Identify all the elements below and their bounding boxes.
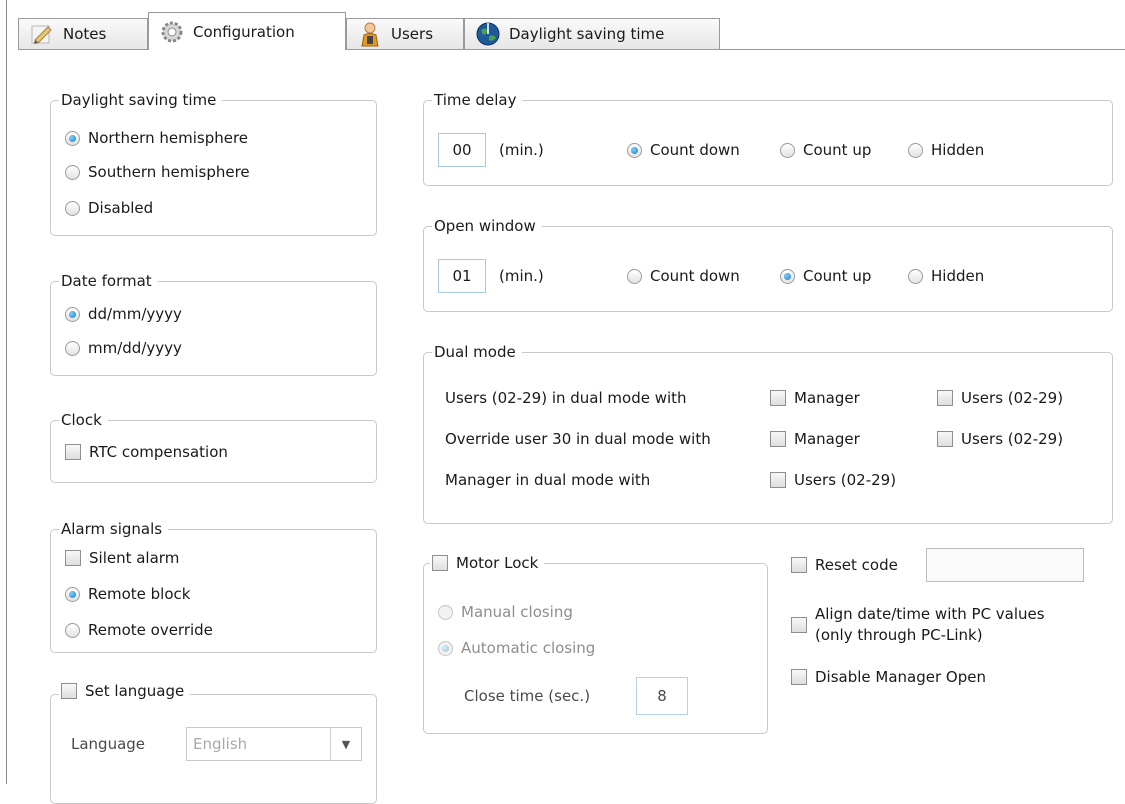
- window-left-border: [6, 0, 7, 784]
- set-language-checkbox[interactable]: [61, 683, 77, 699]
- radio-button[interactable]: [438, 604, 453, 620]
- radio-button[interactable]: [908, 142, 923, 158]
- radio-time-delay-hidden[interactable]: Hidden: [908, 141, 984, 159]
- radio-open-window-count-down[interactable]: Count down: [627, 267, 740, 285]
- users-dual-manager-checkbox[interactable]: Manager: [770, 389, 860, 407]
- daylight-saving-title: Daylight saving time: [59, 90, 223, 110]
- checkbox[interactable]: [770, 472, 786, 488]
- language-label: Language: [71, 735, 146, 753]
- radio-button[interactable]: [65, 130, 80, 146]
- dual-mode-users-label: Users (02-29) in dual mode with: [445, 389, 687, 407]
- tab-label: Notes: [63, 25, 107, 43]
- tab-label: Daylight saving time: [509, 25, 665, 43]
- open-window-unit: (min.): [499, 267, 544, 285]
- tab-label: Users: [391, 25, 434, 43]
- tab-users[interactable]: Users: [346, 18, 464, 49]
- align-date-label: Align date/time with PC values (only thr…: [815, 605, 1045, 644]
- radio-button[interactable]: [438, 640, 453, 656]
- checkbox[interactable]: [937, 390, 953, 406]
- close-time-label: Close time (sec.): [464, 687, 591, 705]
- checkbox[interactable]: [65, 550, 81, 566]
- tab-notes[interactable]: Notes: [18, 18, 148, 49]
- motor-lock-toggle[interactable]: Motor Lock: [430, 553, 545, 573]
- dual-mode-manager-label: Manager in dual mode with: [445, 471, 651, 489]
- radio-button[interactable]: [780, 268, 795, 284]
- close-time-input[interactable]: 8: [636, 677, 688, 715]
- checkbox[interactable]: [770, 431, 786, 447]
- radio-time-delay-count-down[interactable]: Count down: [627, 141, 740, 159]
- set-language-toggle[interactable]: Set language: [59, 681, 191, 701]
- radio-disabled[interactable]: Disabled: [65, 199, 153, 217]
- chevron-down-icon[interactable]: ▼: [330, 728, 361, 760]
- tab-daylight-saving-time[interactable]: Daylight saving time: [464, 18, 720, 49]
- user-icon: [357, 21, 383, 47]
- language-dropdown[interactable]: English ▼: [186, 727, 362, 761]
- tab-label: Configuration: [193, 22, 295, 41]
- motor-lock-checkbox[interactable]: [432, 555, 448, 571]
- radio-button[interactable]: [65, 340, 80, 356]
- manager-dual-users-checkbox[interactable]: Users (02-29): [770, 471, 896, 489]
- date-format-title: Date format: [59, 271, 158, 291]
- reset-code-input[interactable]: [926, 548, 1084, 582]
- users-dual-users-checkbox[interactable]: Users (02-29): [937, 389, 1063, 407]
- dual-mode-override-label: Override user 30 in dual mode with: [445, 430, 711, 448]
- date-format-group: Date format dd/mm/yyyy mm/dd/yyyy: [50, 271, 377, 376]
- set-language-group: Set language Language English ▼: [50, 681, 377, 804]
- dual-mode-group: Dual mode Users (02-29) in dual mode wit…: [423, 342, 1113, 524]
- motor-lock-group: Motor Lock Manual closing Automatic clos…: [423, 553, 768, 734]
- checkbox[interactable]: [791, 557, 807, 573]
- radio-button[interactable]: [908, 268, 923, 284]
- time-delay-input[interactable]: 00: [438, 133, 486, 167]
- radio-remote-override[interactable]: Remote override: [65, 621, 213, 639]
- open-window-group: Open window 01 (min.) Count down Count u…: [423, 216, 1113, 312]
- radio-southern-hemisphere[interactable]: Southern hemisphere: [65, 163, 250, 181]
- checkbox[interactable]: [770, 390, 786, 406]
- radio-button[interactable]: [627, 268, 642, 284]
- override-dual-users-checkbox[interactable]: Users (02-29): [937, 430, 1063, 448]
- tab-configuration[interactable]: Configuration: [148, 12, 346, 50]
- checkbox[interactable]: [791, 617, 807, 633]
- radio-dd-mm-yyyy[interactable]: dd/mm/yyyy: [65, 305, 182, 323]
- rtc-compensation-checkbox[interactable]: RTC compensation: [65, 443, 228, 461]
- radio-button[interactable]: [780, 142, 795, 158]
- reset-code-checkbox[interactable]: Reset code: [791, 556, 898, 574]
- radio-mm-dd-yyyy[interactable]: mm/dd/yyyy: [65, 339, 182, 357]
- radio-open-window-count-up[interactable]: Count up: [780, 267, 871, 285]
- notes-pencil-icon: [29, 21, 55, 47]
- globe-icon: [475, 21, 501, 47]
- open-window-title: Open window: [432, 216, 542, 236]
- checkbox[interactable]: [65, 444, 81, 460]
- align-date-checkbox[interactable]: Align date/time with PC values (only thr…: [791, 604, 1045, 646]
- radio-time-delay-count-up[interactable]: Count up: [780, 141, 871, 159]
- language-value: English: [193, 735, 248, 753]
- silent-alarm-checkbox[interactable]: Silent alarm: [65, 549, 179, 567]
- disable-manager-open-checkbox[interactable]: Disable Manager Open: [791, 668, 986, 686]
- checkbox[interactable]: [937, 431, 953, 447]
- daylight-saving-group: Daylight saving time Northern hemisphere…: [50, 90, 377, 236]
- radio-button[interactable]: [65, 586, 80, 602]
- gear-icon: [159, 19, 185, 45]
- override-dual-manager-checkbox[interactable]: Manager: [770, 430, 860, 448]
- radio-open-window-hidden[interactable]: Hidden: [908, 267, 984, 285]
- time-delay-unit: (min.): [499, 141, 544, 159]
- radio-button[interactable]: [65, 164, 80, 180]
- open-window-input[interactable]: 01: [438, 259, 486, 293]
- radio-remote-block[interactable]: Remote block: [65, 585, 190, 603]
- clock-group: Clock RTC compensation: [50, 410, 377, 483]
- clock-title: Clock: [59, 410, 108, 430]
- radio-button[interactable]: [65, 200, 80, 216]
- alarm-signals-group: Alarm signals Silent alarm Remote block …: [50, 519, 377, 653]
- time-delay-title: Time delay: [432, 90, 523, 110]
- radio-northern-hemisphere[interactable]: Northern hemisphere: [65, 129, 248, 147]
- alarm-signals-title: Alarm signals: [59, 519, 169, 539]
- radio-automatic-closing[interactable]: Automatic closing: [438, 639, 595, 657]
- radio-button[interactable]: [65, 622, 80, 638]
- radio-button[interactable]: [627, 142, 642, 158]
- dual-mode-title: Dual mode: [432, 342, 522, 362]
- checkbox[interactable]: [791, 669, 807, 685]
- radio-manual-closing[interactable]: Manual closing: [438, 603, 573, 621]
- time-delay-group: Time delay 00 (min.) Count down Count up…: [423, 90, 1113, 186]
- radio-button[interactable]: [65, 306, 80, 322]
